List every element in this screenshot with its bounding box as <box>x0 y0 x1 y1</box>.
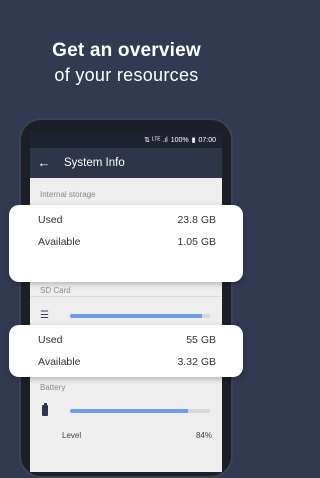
sd-used-label: Used <box>38 334 63 346</box>
internal-available-label: Available <box>38 236 81 248</box>
internal-available-row: Available 1.05 GB <box>9 232 243 252</box>
sd-used-value: 55 GB <box>186 334 216 346</box>
battery-bar-fill <box>70 409 188 413</box>
page-title: System Info <box>64 157 125 169</box>
battery-row <box>40 403 212 417</box>
internal-used-value: 23.8 GB <box>177 214 216 226</box>
sd-available-row: Available 3.32 GB <box>9 352 243 372</box>
sd-available-value: 3.32 GB <box>177 356 216 368</box>
sd-card-list-icon: ☰ <box>40 310 49 321</box>
internal-storage-card: Used 23.8 GB Available 1.05 GB <box>9 205 243 282</box>
battery-level-label: Level <box>62 431 82 440</box>
battery-percent: 100% <box>170 136 189 144</box>
internal-available-value: 1.05 GB <box>177 236 216 248</box>
internal-used-label: Used <box>38 214 63 226</box>
signal-icon: ⇅ ᴸᵀᴱ .ıl <box>144 137 168 144</box>
app-bar: ← System Info <box>30 148 222 178</box>
sd-card-row: ☰ <box>40 310 212 322</box>
status-bar: ⇅ ᴸᵀᴱ .ıl 100% ▮ 07:00 <box>30 132 222 148</box>
internal-used-row: Used 23.8 GB <box>9 210 243 230</box>
battery-bar <box>70 409 210 413</box>
sd-used-row: Used 55 GB <box>9 330 243 350</box>
divider <box>30 296 222 297</box>
promo-subheadline: of your resources <box>54 65 199 85</box>
sd-card-bar-fill <box>70 314 202 318</box>
sd-card-card: Used 55 GB Available 3.32 GB <box>9 325 243 377</box>
phone-frame: ⇅ ᴸᵀᴱ .ıl 100% ▮ 07:00 ← System Info Int… <box>19 118 233 478</box>
clock: 07:00 <box>198 136 216 144</box>
sd-available-label: Available <box>38 356 81 368</box>
sd-card-label: SD Card <box>40 286 71 295</box>
battery-level-value: 84% <box>195 431 212 440</box>
battery-icon <box>42 403 48 416</box>
battery-label: Battery <box>40 383 66 392</box>
arrow-left-icon[interactable]: ← <box>30 148 58 178</box>
promo-headline: Get an overview <box>52 40 201 61</box>
phone-screen: ⇅ ᴸᵀᴱ .ıl 100% ▮ 07:00 ← System Info Int… <box>30 132 222 472</box>
sd-card-bar <box>70 314 210 318</box>
battery-status-icon: ▮ <box>191 137 196 144</box>
internal-storage-label: Internal storage <box>40 190 96 199</box>
